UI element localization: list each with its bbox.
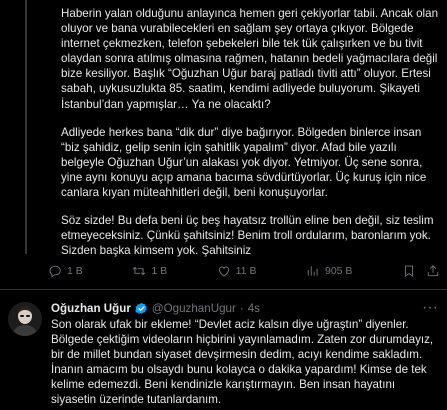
like-count: 11 B xyxy=(235,265,257,277)
tweet-paragraph: Adliyede herkes bana “dik dur” diye bağı… xyxy=(61,125,427,200)
avatar-image xyxy=(8,302,42,336)
tweet-divider xyxy=(0,289,447,290)
tweet-paragraph: Söz sizde! Bu defa beni üç beş hayatsız … xyxy=(61,214,434,258)
tweet-timestamp[interactable]: 4s xyxy=(248,302,260,315)
views-button[interactable]: 905 B xyxy=(306,264,352,278)
author-name[interactable]: Oğuzhan Uğur xyxy=(51,302,131,315)
tweet-paragraph: Haberin yalan olduğunu anlayınca hemen g… xyxy=(61,7,439,111)
retweet-count: 1 B xyxy=(151,265,168,277)
more-icon: ··· xyxy=(422,299,438,316)
more-options-button[interactable]: ··· xyxy=(421,299,439,316)
retweet-button[interactable]: 1 B xyxy=(132,264,167,278)
reply-icon xyxy=(49,265,61,278)
reply-button[interactable]: 1 B xyxy=(48,264,83,278)
views-count: 905 B xyxy=(325,265,353,277)
bookmark-button[interactable] xyxy=(402,264,416,278)
views-icon xyxy=(307,266,318,276)
tweet-text: Son olarak ufak bir ekleme! “Devlet aciz… xyxy=(51,318,434,407)
author-handle[interactable]: @OguzhanUgur xyxy=(152,302,236,315)
bookmark-icon xyxy=(405,265,413,277)
thread-connector-line xyxy=(25,0,27,254)
like-button[interactable]: 11 B xyxy=(217,264,257,278)
share-button[interactable] xyxy=(426,264,440,278)
retweet-icon xyxy=(133,266,146,276)
header-separator: · xyxy=(239,301,244,315)
tweet-header: Oğuzhan Uğur @OguzhanUgur · 4s xyxy=(51,300,260,316)
tweet-secondary-actions xyxy=(402,264,440,278)
tweet-action-bar: 1 B 1 B 11 B 905 B xyxy=(48,261,440,281)
share-icon xyxy=(427,265,439,277)
avatar[interactable] xyxy=(8,302,42,336)
tweet-text: Haberin yalan olduğunu anlayınca hemen g… xyxy=(61,6,441,258)
reply-count: 1 B xyxy=(67,265,83,277)
verified-badge-icon xyxy=(135,302,147,314)
tweet-thread: Haberin yalan olduğunu anlayınca hemen g… xyxy=(0,0,447,410)
heart-icon xyxy=(218,266,229,277)
